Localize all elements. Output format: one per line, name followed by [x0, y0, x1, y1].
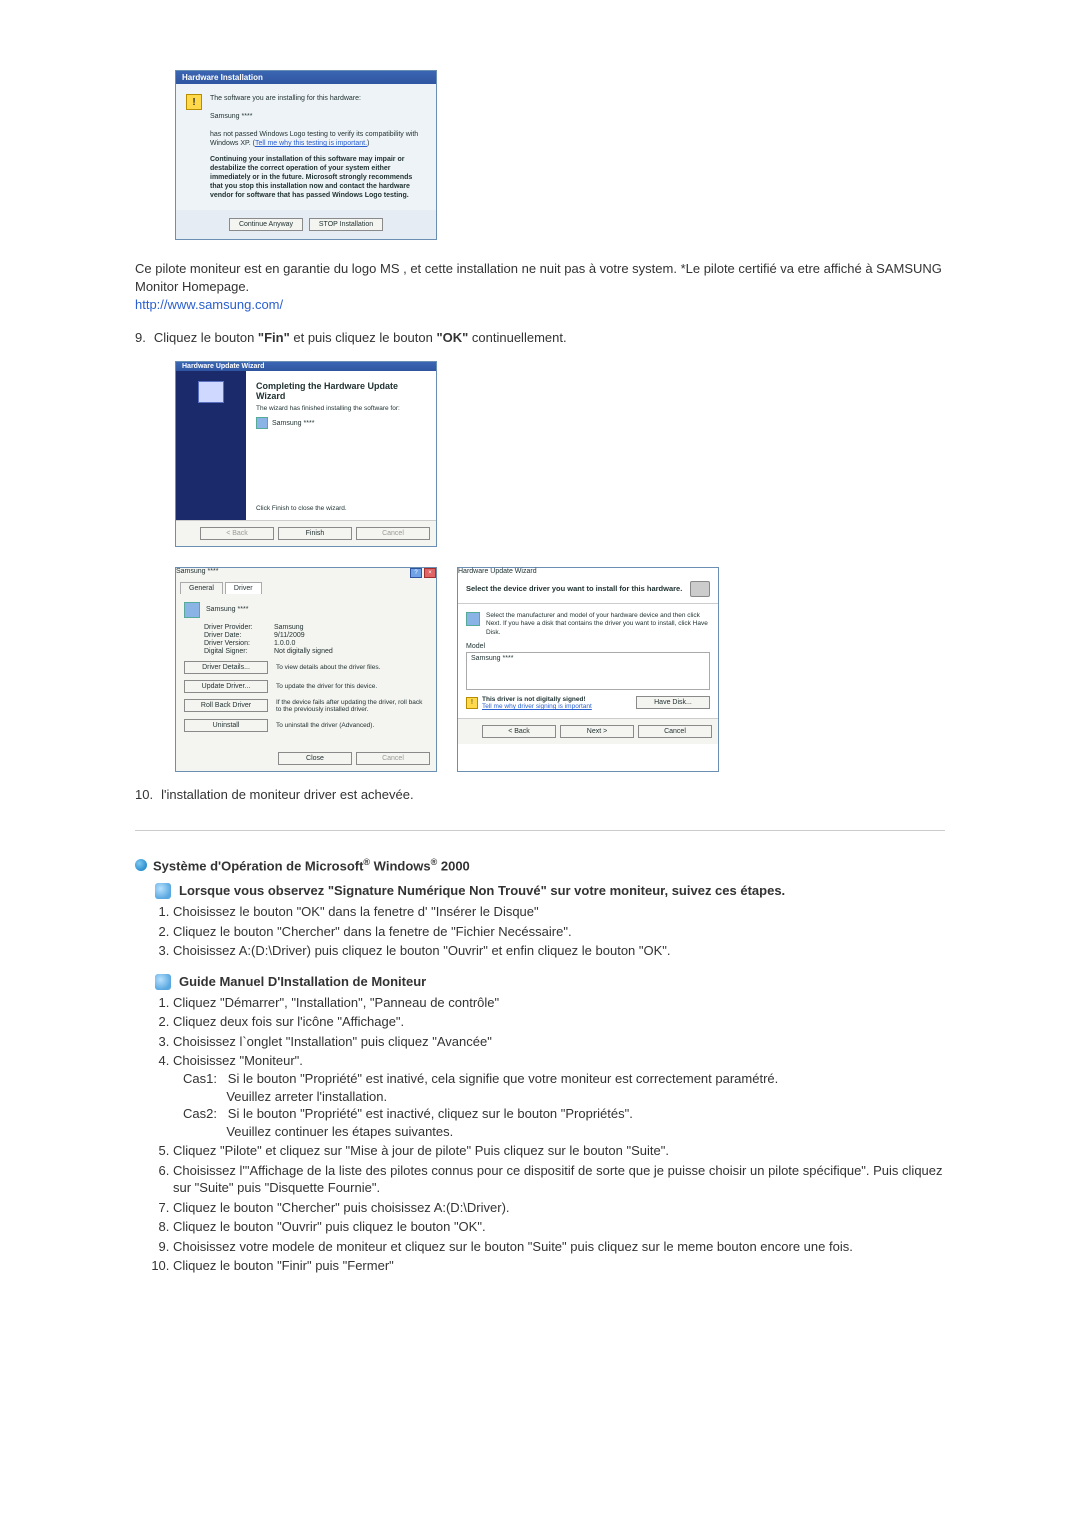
tab-driver[interactable]: Driver — [225, 582, 262, 594]
next-button[interactable]: Next > — [560, 725, 634, 738]
step-10: 10. l'installation de moniteur driver es… — [135, 786, 945, 804]
para-text: Ce pilote moniteur est en garantie du lo… — [135, 261, 942, 294]
list-item: Choisissez A:(D:\Driver) puis cliquez le… — [173, 942, 945, 960]
dialog-titlebar: Hardware Installation — [176, 71, 436, 84]
hardware-installation-dialog: Hardware Installation ! The software you… — [175, 70, 437, 240]
bullet-icon — [135, 859, 147, 871]
list-item: Cliquez "Démarrer", "Installation", "Pan… — [173, 994, 945, 1012]
list-item: Choisissez le bouton "OK" dans la fenetr… — [173, 903, 945, 921]
list-item: Cliquez le bouton "Finir" puis "Fermer" — [173, 1257, 945, 1275]
paragraph-certified-driver: Ce pilote moniteur est en garantie du lo… — [135, 260, 945, 315]
step-text: Cliquez le bouton "Fin" et puis cliquez … — [154, 329, 567, 347]
list-item: Choisissez "Moniteur". Cas1: Si le bouto… — [173, 1052, 945, 1140]
list-item: Cliquez le bouton "Chercher" dans la fen… — [173, 923, 945, 941]
sub-icon — [155, 974, 171, 990]
step-9: 9. Cliquez le bouton "Fin" et puis cliqu… — [135, 329, 945, 347]
update-driver-button[interactable]: Update Driver... — [184, 680, 268, 693]
sub-icon — [155, 883, 171, 899]
list-item: Choisissez l'"Affichage de la liste des … — [173, 1162, 945, 1197]
section-windows-2000: Système d'Opération de Microsoft® Window… — [135, 857, 945, 873]
selwiz-heading: Select the device driver you want to ins… — [466, 584, 682, 593]
wizard-line1: The wizard has finished installing the s… — [256, 405, 426, 413]
list-item: Cliquez le bouton "Ouvrir" puis cliquez … — [173, 1218, 945, 1236]
tell-me-link[interactable]: Tell me why this testing is important. — [255, 140, 367, 147]
list-item: Cliquez "Pilote" et cliquez sur "Mise à … — [173, 1142, 945, 1160]
cd-icon — [690, 581, 710, 597]
selwiz-titlebar: Hardware Update Wizard — [458, 568, 718, 575]
driver-details-button[interactable]: Driver Details... — [184, 661, 268, 674]
manual-install-list: Cliquez "Démarrer", "Installation", "Pan… — [173, 994, 945, 1275]
window-controls: ? × — [410, 568, 436, 578]
back-button[interactable]: < Back — [482, 725, 556, 738]
wizard-sidebar — [176, 371, 246, 520]
step-number: 9. — [135, 329, 146, 347]
have-disk-button[interactable]: Have Disk... — [636, 696, 710, 709]
dialog-line1: The software you are installing for this… — [210, 95, 361, 102]
warning-icon: ! — [186, 94, 202, 110]
driver-properties-dialog: Samsung **** ? × General Driver Samsung … — [175, 567, 437, 772]
props-device: Samsung **** — [206, 606, 248, 613]
wizard-line2: Click Finish to close the wizard. — [256, 505, 426, 513]
wizard-device: Samsung **** — [272, 420, 314, 427]
dialog-close-paren: ) — [367, 140, 369, 147]
model-listbox[interactable]: Samsung **** — [466, 652, 710, 690]
cancel-button: Cancel — [356, 752, 430, 765]
dialog-device: Samsung **** — [210, 113, 252, 120]
finish-button[interactable]: Finish — [278, 527, 352, 540]
list-item: Cliquez le bouton "Chercher" puis choisi… — [173, 1199, 945, 1217]
monitor-icon — [198, 381, 224, 403]
select-driver-wizard: Hardware Update Wizard Select the device… — [457, 567, 719, 772]
wizard-titlebar: Hardware Update Wizard — [176, 362, 436, 371]
help-icon[interactable]: ? — [410, 568, 422, 578]
list-item: Choisissez l`onglet "Installation" puis … — [173, 1033, 945, 1051]
hardware-update-wizard-complete: Hardware Update Wizard Completing the Ha… — [175, 361, 437, 547]
dialog-bold-warning: Continuing your installation of this sof… — [210, 155, 426, 200]
dialog-message: The software you are installing for this… — [210, 94, 426, 200]
props-titlebar: Samsung **** ? × — [176, 568, 436, 578]
list-item: Cliquez deux fois sur l'icône "Affichage… — [173, 1013, 945, 1031]
not-signed-text: This driver is not digitally signed! — [482, 696, 586, 703]
back-button: < Back — [200, 527, 274, 540]
signing-important-link[interactable]: Tell me why driver signing is important — [482, 703, 592, 710]
step-number: 10. — [135, 786, 153, 804]
device-icon — [256, 417, 268, 429]
uninstall-button[interactable]: Uninstall — [184, 719, 268, 732]
rollback-driver-button[interactable]: Roll Back Driver — [184, 699, 268, 712]
step-text: l'installation de moniteur driver est ac… — [161, 786, 414, 804]
list-item: Choisissez votre modele de moniteur et c… — [173, 1238, 945, 1256]
wizard-heading: Completing the Hardware Update Wizard — [256, 381, 426, 401]
device-icon — [184, 602, 200, 618]
subsection-signature-not-found: Lorsque vous observez "Signature Numériq… — [155, 883, 945, 899]
cancel-button: Cancel — [356, 527, 430, 540]
case-2: Cas2: Si le bouton "Propriété" est inact… — [183, 1105, 945, 1140]
close-button[interactable]: Close — [278, 752, 352, 765]
case-1: Cas1: Si le bouton "Propriété" est inati… — [183, 1070, 945, 1105]
samsung-link[interactable]: http://www.samsung.com/ — [135, 297, 283, 312]
close-icon[interactable]: × — [424, 568, 436, 578]
section-separator — [135, 830, 945, 831]
selwiz-info: Select the manufacturer and model of you… — [486, 612, 710, 637]
stop-installation-button[interactable]: STOP Installation — [309, 218, 383, 231]
model-item[interactable]: Samsung **** — [471, 655, 513, 662]
cancel-button[interactable]: Cancel — [638, 725, 712, 738]
device-icon — [466, 612, 480, 626]
subsection-manual-install: Guide Manuel D'Installation de Moniteur — [155, 974, 945, 990]
model-label: Model — [466, 643, 710, 650]
continue-anyway-button[interactable]: Continue Anyway — [229, 218, 303, 231]
signature-steps-list: Choisissez le bouton "OK" dans la fenetr… — [173, 903, 945, 960]
warning-icon: ! — [466, 697, 478, 709]
document-page: Hardware Installation ! The software you… — [105, 0, 975, 1369]
tab-general[interactable]: General — [180, 582, 223, 594]
